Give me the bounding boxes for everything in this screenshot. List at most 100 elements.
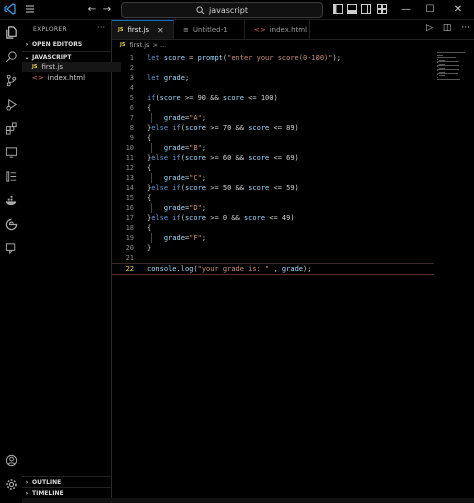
folder-section[interactable]: ⌄ JAVASCRIPT [22, 51, 111, 62]
code-text: { [147, 104, 152, 112]
breadcrumb-rest[interactable]: > ... [152, 41, 166, 49]
tab-first-js[interactable]: JS first.js ✕ [112, 20, 174, 39]
code-editor[interactable]: 1 let score = prompt("enter your score(0-… [112, 52, 474, 472]
search-icon[interactable] [3, 48, 19, 64]
forward-icon[interactable]: → [101, 3, 113, 15]
code-line[interactable]: 14}else if(score >= 50 && score <= 59) [112, 183, 434, 193]
customize-layout-icon[interactable] [376, 3, 388, 15]
breadcrumb-file[interactable]: first.js [129, 41, 149, 49]
js-file-icon: JS [118, 27, 124, 33]
tab-untitled-1[interactable]: ≡ Untitled-1 [175, 20, 245, 39]
layout-panel-icon[interactable] [346, 3, 358, 15]
layout-sidebar-icon[interactable] [332, 3, 344, 15]
minimap-line [439, 75, 445, 77]
code-line[interactable]: 12 { [112, 163, 434, 173]
close-tab-icon[interactable]: ✕ [157, 26, 164, 35]
code-line[interactable]: 10 grade="B"; [112, 143, 434, 153]
minimap[interactable] [437, 52, 471, 82]
editor-actions: ▷ ◫ ··· [426, 23, 470, 33]
remote-explorer-icon[interactable] [3, 144, 19, 160]
code-line[interactable]: 15 { [112, 193, 434, 203]
search-icon [196, 5, 205, 14]
layout-secondary-icon[interactable] [360, 3, 372, 15]
code-line[interactable]: 7 grade="A"; [112, 113, 434, 123]
file-name: first.js [41, 63, 63, 71]
source-control-icon[interactable] [3, 72, 19, 88]
code-text: let grade; [147, 74, 190, 82]
outline-section[interactable]: › OUTLINE [22, 476, 111, 487]
editor-tab-bar: JS first.js ✕ ≡ Untitled-1 <> index.html… [112, 20, 474, 40]
explorer-icon[interactable] [3, 24, 19, 40]
settings-gear-icon[interactable] [3, 476, 19, 492]
run-icon[interactable]: ▷ [426, 23, 433, 33]
code-line[interactable]: 6{ [112, 103, 434, 113]
code-line[interactable]: 3 let grade; [112, 73, 434, 83]
more-actions-icon[interactable]: ··· [461, 23, 470, 33]
code-line[interactable]: 22 console.log("your grade is: " , grade)… [112, 263, 434, 275]
indent-guide [151, 113, 152, 123]
code-line[interactable]: 8}else if(score >= 70 && score <= 89) [112, 123, 434, 133]
line-number: 10 [125, 144, 134, 152]
code-line[interactable]: 11}else if(score >= 60 && score <= 69) [112, 153, 434, 163]
code-line[interactable]: 20} [112, 243, 434, 253]
file-item-index-html[interactable]: <> index.html [22, 73, 121, 83]
docker-icon[interactable] [3, 192, 19, 208]
text-file-icon: ≡ [183, 25, 189, 34]
chevron-right-icon: › [25, 40, 29, 48]
html-file-icon: <> [254, 25, 266, 34]
tab-index-html[interactable]: <> index.html [246, 20, 310, 39]
minimap-line [437, 61, 459, 63]
search-text: javascript [208, 5, 249, 15]
folder-label: JAVASCRIPT [32, 53, 72, 61]
code-line[interactable]: 1 let score = prompt("enter your score(0-… [112, 53, 434, 63]
js-file-icon: JS [32, 64, 38, 70]
code-line[interactable]: 17}else if(score >= 0 && score <= 49) [112, 213, 434, 223]
code-line[interactable]: 21 [112, 253, 434, 263]
menu-icon[interactable] [24, 3, 36, 15]
status-bar [22, 498, 474, 503]
line-number: 20 [125, 244, 134, 252]
run-debug-icon[interactable] [3, 96, 19, 112]
code-line[interactable]: 5 if(score >= 90 && score <= 100) [112, 93, 434, 103]
js-file-icon: JS [120, 42, 126, 48]
line-number: 19 [125, 234, 134, 242]
line-number: 1 [129, 54, 134, 62]
close-icon[interactable]: ✕ [452, 3, 464, 15]
back-icon[interactable]: ← [86, 3, 98, 15]
more-actions-icon[interactable]: ··· [97, 23, 105, 32]
code-text: let score = prompt("enter your score(0-1… [147, 54, 341, 62]
code-line[interactable]: 9{ [112, 133, 434, 143]
minimap-line [437, 65, 459, 66]
chevron-right-icon: › [25, 489, 29, 497]
code-line[interactable]: 18 { [112, 223, 434, 233]
split-editor-icon[interactable]: ◫ [443, 23, 452, 33]
code-text: if(score >= 90 && score <= 100) [147, 94, 278, 102]
chevron-down-icon: ⌄ [24, 53, 30, 61]
command-center-search[interactable]: javascript [121, 2, 323, 18]
minimize-icon[interactable]: — [400, 3, 412, 15]
sidebar-title: EXPLORER [33, 26, 67, 33]
vscode-logo-icon [4, 3, 16, 15]
indent-guide [151, 203, 152, 213]
testing-icon[interactable] [3, 168, 19, 184]
tab-label: Untitled-1 [192, 25, 228, 34]
line-number: 15 [125, 194, 134, 202]
code-line[interactable]: 13 grade="C"; [112, 173, 434, 183]
code-line[interactable]: 16 grade="D"; [112, 203, 434, 213]
open-editors-section[interactable]: › OPEN EDITORS [22, 39, 111, 49]
code-line[interactable]: 2 [112, 63, 434, 73]
maximize-icon[interactable]: ☐ [424, 3, 436, 15]
accounts-icon[interactable] [3, 452, 19, 468]
timeline-section[interactable]: › TIMELINE [22, 487, 111, 498]
code-line[interactable]: 19 grade="F"; [112, 233, 434, 243]
code-text: grade="F"; [163, 234, 207, 242]
line-number: 12 [125, 164, 134, 172]
code-text: }else if(score >= 70 && score <= 89) [147, 124, 299, 132]
minimap-line [437, 57, 456, 59]
live-share-icon[interactable] [3, 240, 19, 256]
extensions-icon[interactable] [3, 120, 19, 136]
edge-devtools-icon[interactable] [3, 216, 19, 232]
file-item-first-js[interactable]: JS first.js [22, 62, 121, 72]
code-line[interactable]: 4 [112, 83, 434, 93]
line-number: 18 [125, 224, 134, 232]
